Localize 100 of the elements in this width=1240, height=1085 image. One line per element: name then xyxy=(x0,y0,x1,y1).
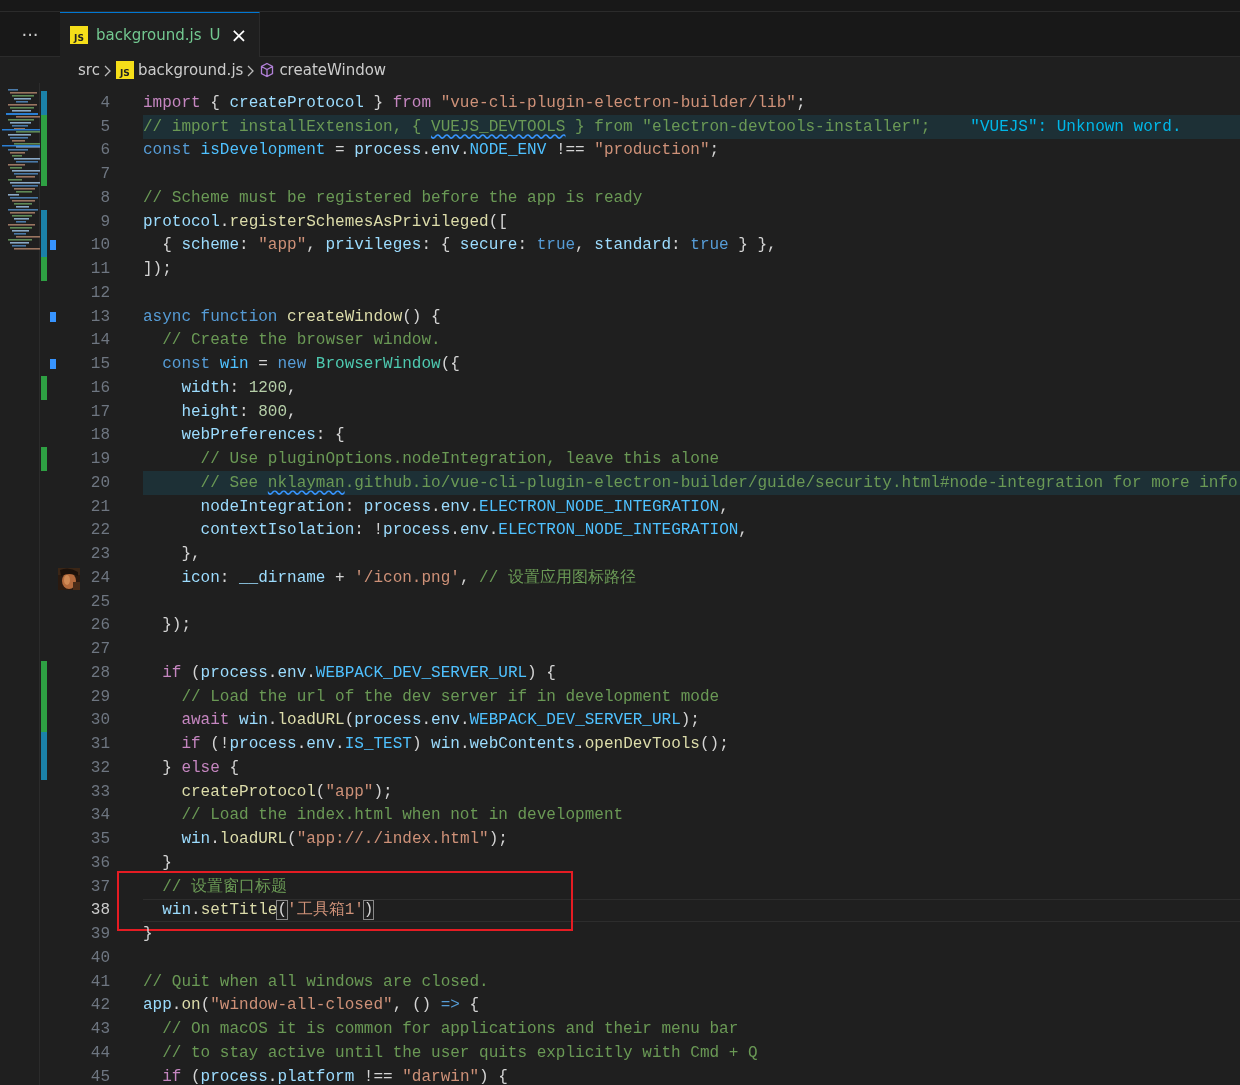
code-line: protocol.registerSchemesAsPrivileged([ xyxy=(143,211,508,233)
code-line: // to stay active until the user quits explicitly with Cmd + Q xyxy=(161,1042,758,1064)
change-marker[interactable] xyxy=(41,233,47,258)
code-line: webPreferences: { xyxy=(180,425,345,447)
change-marker[interactable] xyxy=(41,257,47,281)
change-marker[interactable] xyxy=(41,91,47,115)
breadcrumb-item[interactable]: background.js xyxy=(137,58,244,82)
code-line: if (process.env.WEBPACK_DEV_SERVER_URL) { xyxy=(161,662,556,684)
code-line: if (process.platform !== "darwin") { xyxy=(161,1066,508,1085)
code-line: // On macOS it is common for applications and their menu bar xyxy=(161,1019,739,1041)
change-marker[interactable] xyxy=(41,376,47,400)
line-number: 12 xyxy=(89,282,110,304)
code-line: width: 1200, xyxy=(180,377,297,399)
line-number: 37 xyxy=(89,876,110,898)
line-number: 21 xyxy=(89,496,110,518)
change-marker[interactable] xyxy=(41,114,47,139)
code-line: ]); xyxy=(143,259,172,281)
change-marker[interactable] xyxy=(41,209,47,234)
line-number: 39 xyxy=(89,924,110,946)
code-line: // Create the browser window. xyxy=(161,330,441,352)
line-number: 42 xyxy=(89,995,110,1017)
code-line: } xyxy=(161,852,172,874)
line-number: 27 xyxy=(89,639,110,661)
code-line: win.loadURL("app://./index.html"); xyxy=(180,829,508,851)
code-line: // Use pluginOptions.nodeIntegration, leave this alone xyxy=(199,449,720,471)
code-line: // Load the index.html when not in development xyxy=(180,805,624,827)
code-line: createProtocol("app"); xyxy=(180,781,393,803)
line-number: 9 xyxy=(99,211,110,233)
line-number: 41 xyxy=(89,971,110,993)
line-number: 8 xyxy=(99,187,110,209)
line-number: 18 xyxy=(89,425,110,447)
line-number: 5 xyxy=(99,116,110,138)
code-line: }); xyxy=(161,615,191,637)
git-status: U xyxy=(209,24,221,46)
line-number: 28 xyxy=(89,662,110,684)
line-number: 11 xyxy=(89,259,110,281)
line-number: 13 xyxy=(89,306,110,328)
code-line: const win = new BrowserWindow({ xyxy=(161,354,460,376)
diagnostic-message: "VUEJS": Unknown word. xyxy=(970,116,1182,138)
code-line: // 设置窗口标题 xyxy=(161,876,287,898)
code-line: await win.loadURL(process.env.WEBPACK_DEV_SERVER_URL); xyxy=(180,710,700,732)
change-marker[interactable] xyxy=(41,732,47,756)
line-number: 6 xyxy=(99,140,110,162)
code-line: icon: __dirname + '/icon.png', // 设置应用图标路径 xyxy=(180,567,636,589)
code-line: nodeIntegration: process.env.ELECTRON_NODE_INTEGRATION, xyxy=(199,496,729,518)
line-number: 22 xyxy=(89,520,110,542)
line-number: 38 xyxy=(89,900,110,922)
code-line: async function createWindow() { xyxy=(143,306,441,328)
gutter-marker[interactable] xyxy=(49,311,56,322)
code-line: app.on("window-all-closed", () => { xyxy=(143,995,480,1017)
code-line: win.setTitle('工具箱1') xyxy=(161,900,374,922)
line-number: 33 xyxy=(89,781,110,803)
line-number: 40 xyxy=(89,947,110,969)
line-number: 15 xyxy=(89,354,110,376)
line-number: 25 xyxy=(89,591,110,613)
code-line: const isDevelopment = process.env.NODE_ENV !== "production"; xyxy=(143,140,720,162)
breadcrumb-item[interactable]: createWindow xyxy=(279,58,387,82)
line-number: 32 xyxy=(89,757,110,779)
line-number: 26 xyxy=(89,615,110,637)
gutter-marker[interactable] xyxy=(49,240,56,251)
code-line: } else { xyxy=(161,757,239,779)
change-marker[interactable] xyxy=(41,708,47,733)
code-line: // Load the url of the dev server if in development mode xyxy=(180,686,720,708)
javascript-file-icon: JS xyxy=(70,26,88,44)
code-line: import { createProtocol } from "vue-cli-plugin-electron-builder/lib"; xyxy=(143,92,806,114)
change-marker[interactable] xyxy=(41,447,47,471)
line-number: 16 xyxy=(89,377,110,399)
close-button[interactable]: × xyxy=(228,25,250,45)
code-line: height: 800, xyxy=(180,401,297,423)
line-number: 36 xyxy=(89,852,110,874)
tab-label: background.js xyxy=(96,24,202,46)
line-number: 44 xyxy=(89,1042,110,1064)
javascript-file-icon: JS xyxy=(115,61,134,79)
line-number: 10 xyxy=(89,235,110,257)
line-number: 34 xyxy=(89,805,110,827)
change-marker[interactable] xyxy=(41,756,47,780)
line-number: 43 xyxy=(89,1019,110,1041)
line-number: 29 xyxy=(89,686,110,708)
line-number: 23 xyxy=(89,544,110,566)
gutter-marker[interactable] xyxy=(49,359,56,370)
line-number: 45 xyxy=(89,1066,110,1085)
code-line: // See nklayman.github.io/vue-cli-plugin-electron-builder/guide/security.html#node-integration for more info xyxy=(199,472,1238,494)
change-marker[interactable] xyxy=(41,162,47,186)
cube-icon xyxy=(259,62,276,78)
code-line: contextIsolation: !process.env.ELECTRON_NODE_INTEGRATION, xyxy=(199,520,748,542)
line-number: 20 xyxy=(89,472,110,494)
line-number: 30 xyxy=(89,710,110,732)
line-number: 7 xyxy=(99,164,110,186)
code-line: }, xyxy=(180,544,201,566)
line-number: 35 xyxy=(89,829,110,851)
code-line: { scheme: "app", privileges: { secure: true, standard: true } }, xyxy=(161,235,777,257)
line-number: 24 xyxy=(89,567,110,589)
change-marker[interactable] xyxy=(41,661,47,685)
line-number: 19 xyxy=(89,449,110,471)
editor-tab[interactable]: JS background.js U × xyxy=(60,12,261,57)
line-number: 17 xyxy=(89,401,110,423)
line-number: 4 xyxy=(99,92,110,114)
code-line: if (!process.env.IS_TEST) win.webContents.openDevTools(); xyxy=(180,734,729,756)
more-button[interactable]: ··· xyxy=(0,12,60,56)
breadcrumb-item[interactable]: src xyxy=(78,58,100,82)
